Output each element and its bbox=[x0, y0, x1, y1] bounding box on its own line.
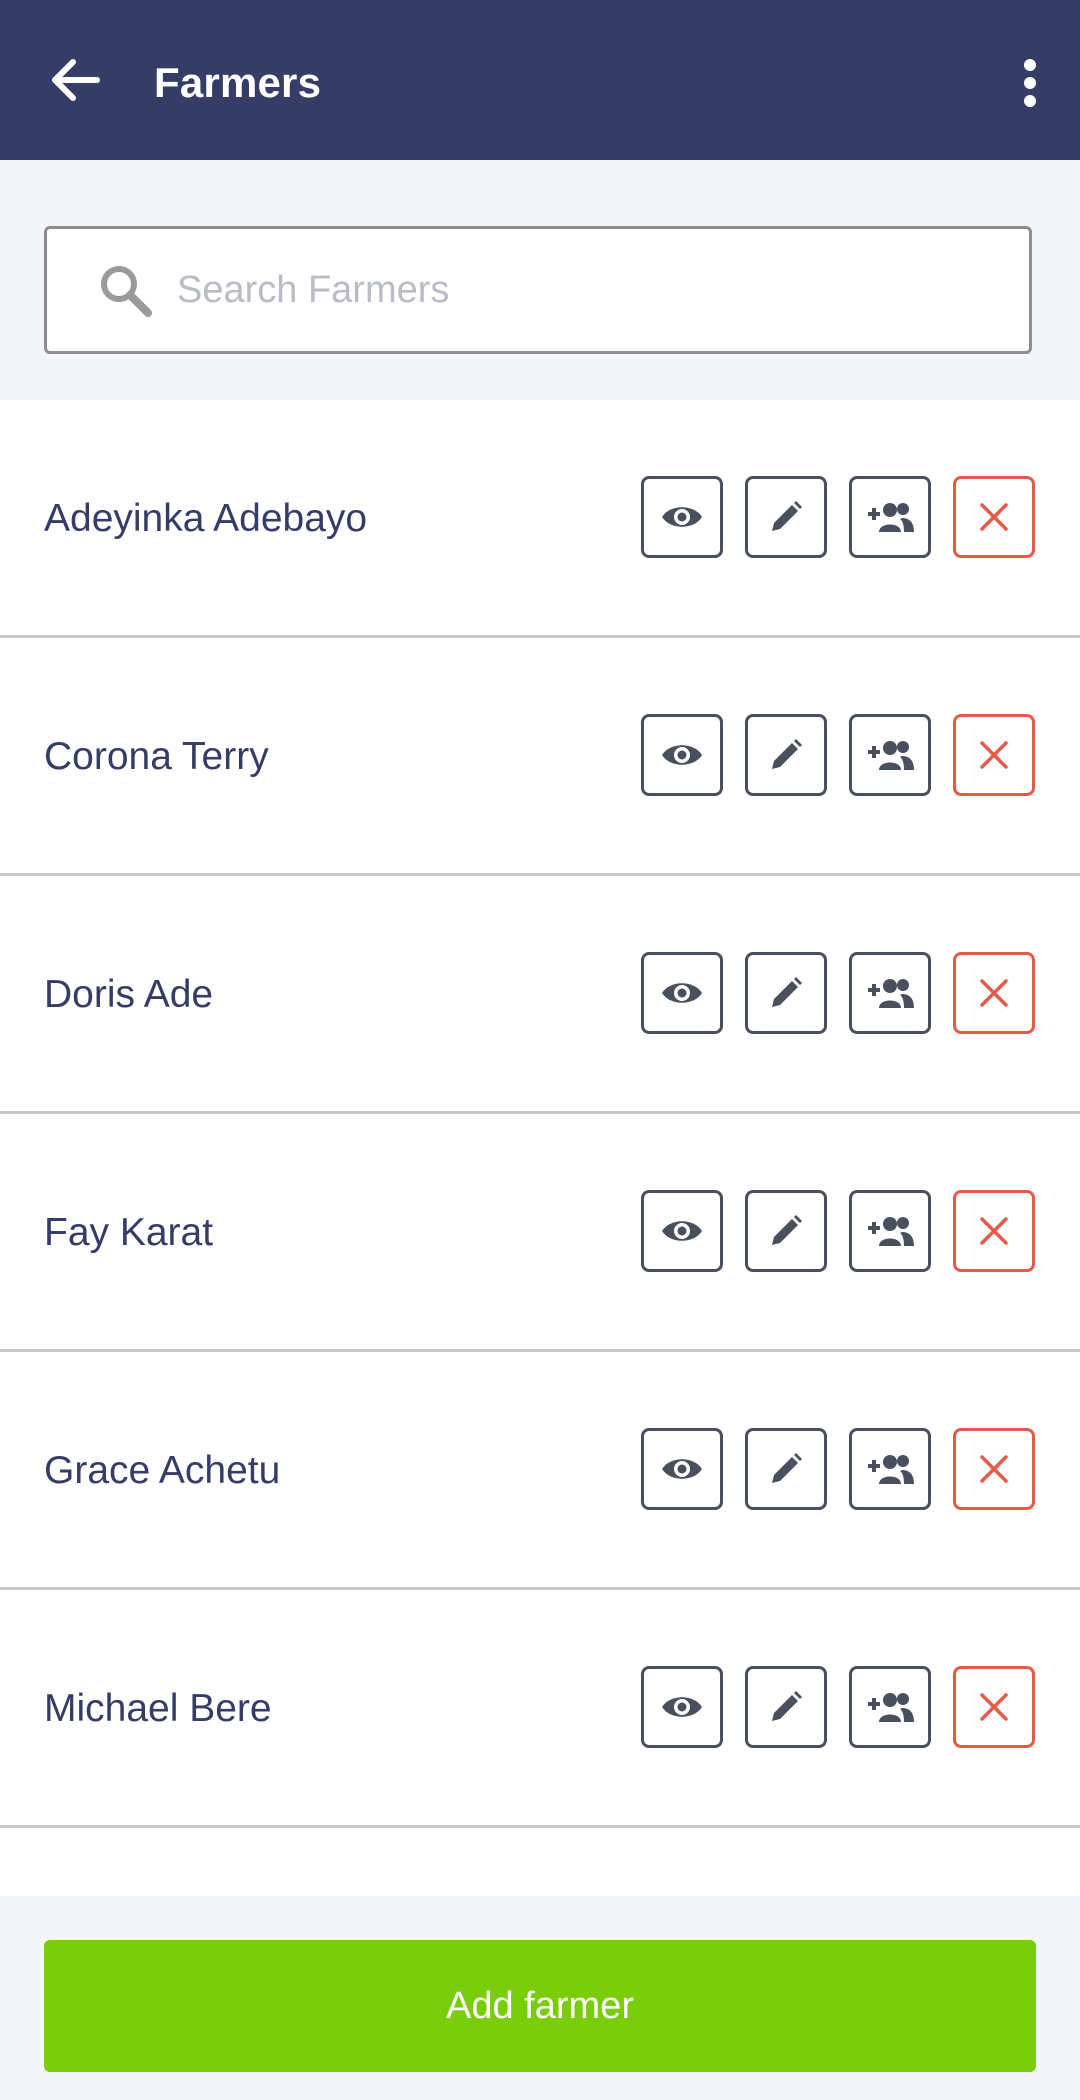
list-item[interactable] bbox=[0, 1828, 1080, 1896]
add-group-icon bbox=[865, 976, 915, 1010]
row-actions bbox=[641, 714, 1035, 798]
page-title: Farmers bbox=[154, 59, 322, 106]
view-button[interactable] bbox=[641, 1428, 723, 1510]
app-bar: Farmers bbox=[0, 0, 1080, 160]
delete-button[interactable] bbox=[953, 1428, 1035, 1510]
row-actions bbox=[641, 1666, 1035, 1750]
add-to-group-button[interactable] bbox=[849, 952, 931, 1034]
delete-button[interactable] bbox=[953, 1666, 1035, 1748]
farmer-name: Michael Bere bbox=[44, 1687, 272, 1730]
footer: Add farmer bbox=[0, 1896, 1080, 2100]
back-button[interactable] bbox=[40, 50, 110, 110]
add-group-icon bbox=[865, 738, 915, 772]
edit-button[interactable] bbox=[745, 1190, 827, 1272]
view-button[interactable] bbox=[641, 476, 723, 558]
search-icon bbox=[95, 260, 155, 320]
close-icon bbox=[979, 1454, 1009, 1484]
add-to-group-button[interactable] bbox=[849, 714, 931, 796]
farmer-name: Fay Karat bbox=[44, 1211, 214, 1254]
view-button[interactable] bbox=[641, 1190, 723, 1272]
edit-button[interactable] bbox=[745, 476, 827, 558]
edit-button[interactable] bbox=[745, 1666, 827, 1748]
pencil-icon bbox=[768, 1213, 804, 1249]
close-icon bbox=[979, 1692, 1009, 1722]
farmer-name: Corona Terry bbox=[44, 735, 269, 778]
pencil-icon bbox=[768, 1451, 804, 1487]
row-actions bbox=[641, 476, 1035, 560]
list-item[interactable]: Adeyinka Adebayo bbox=[0, 400, 1080, 638]
add-group-icon bbox=[865, 500, 915, 534]
list-item[interactable]: Corona Terry bbox=[0, 638, 1080, 876]
eye-icon bbox=[660, 978, 704, 1008]
arrow-left-icon bbox=[52, 59, 100, 101]
list-item[interactable]: Doris Ade bbox=[0, 876, 1080, 1114]
edit-button[interactable] bbox=[745, 952, 827, 1034]
add-group-icon bbox=[865, 1452, 915, 1486]
add-to-group-button[interactable] bbox=[849, 476, 931, 558]
search-section bbox=[0, 160, 1080, 400]
more-menu-button[interactable] bbox=[1000, 50, 1060, 116]
list-item[interactable]: Grace Achetu bbox=[0, 1352, 1080, 1590]
row-actions bbox=[641, 1428, 1035, 1512]
search-box[interactable] bbox=[44, 226, 1032, 354]
row-actions bbox=[641, 952, 1035, 1036]
view-button[interactable] bbox=[641, 952, 723, 1034]
add-farmer-button[interactable]: Add farmer bbox=[44, 1940, 1036, 2072]
add-group-icon bbox=[865, 1690, 915, 1724]
delete-button[interactable] bbox=[953, 476, 1035, 558]
view-button[interactable] bbox=[641, 714, 723, 796]
eye-icon bbox=[660, 740, 704, 770]
close-icon bbox=[979, 978, 1009, 1008]
pencil-icon bbox=[768, 737, 804, 773]
add-to-group-button[interactable] bbox=[849, 1190, 931, 1272]
delete-button[interactable] bbox=[953, 1190, 1035, 1272]
close-icon bbox=[979, 1216, 1009, 1246]
farmer-name: Grace Achetu bbox=[44, 1449, 281, 1492]
list-item[interactable]: Michael Bere bbox=[0, 1590, 1080, 1828]
search-input[interactable] bbox=[177, 260, 1029, 320]
farmer-list: Adeyinka Adebayo Corona Terry Doris Ade Fay… bbox=[0, 400, 1080, 1896]
close-icon bbox=[979, 502, 1009, 532]
close-icon bbox=[979, 740, 1009, 770]
add-to-group-button[interactable] bbox=[849, 1666, 931, 1748]
more-vertical-icon bbox=[1024, 59, 1036, 107]
pencil-icon bbox=[768, 1689, 804, 1725]
pencil-icon bbox=[768, 499, 804, 535]
delete-button[interactable] bbox=[953, 952, 1035, 1034]
row-actions bbox=[641, 1190, 1035, 1274]
edit-button[interactable] bbox=[745, 714, 827, 796]
eye-icon bbox=[660, 1454, 704, 1484]
eye-icon bbox=[660, 502, 704, 532]
delete-button[interactable] bbox=[953, 714, 1035, 796]
add-group-icon bbox=[865, 1214, 915, 1248]
view-button[interactable] bbox=[641, 1666, 723, 1748]
eye-icon bbox=[660, 1692, 704, 1722]
add-to-group-button[interactable] bbox=[849, 1428, 931, 1510]
farmer-name: Adeyinka Adebayo bbox=[44, 497, 368, 540]
list-item[interactable]: Fay Karat bbox=[0, 1114, 1080, 1352]
eye-icon bbox=[660, 1216, 704, 1246]
edit-button[interactable] bbox=[745, 1428, 827, 1510]
pencil-icon bbox=[768, 975, 804, 1011]
farmer-name: Doris Ade bbox=[44, 973, 214, 1016]
